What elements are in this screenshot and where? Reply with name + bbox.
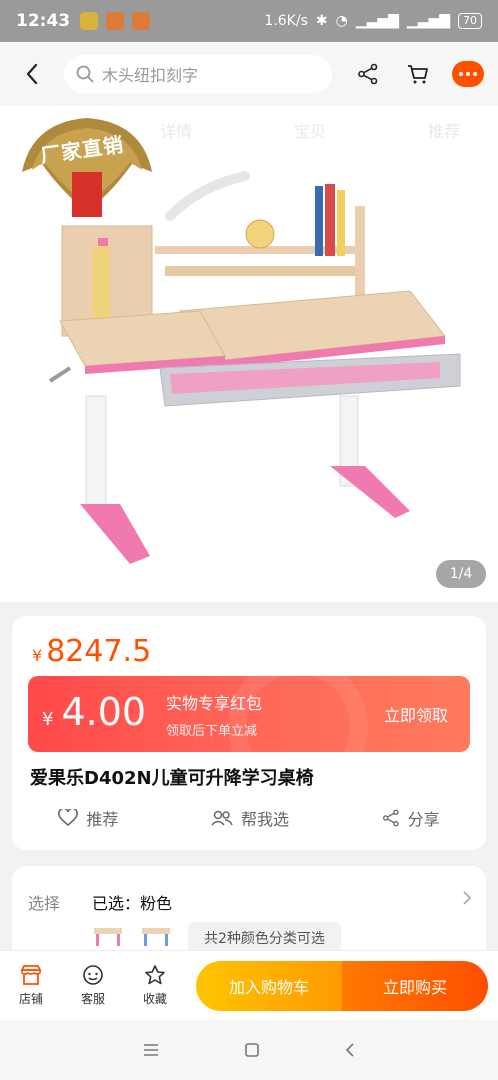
- coupon-currency: ¥: [42, 709, 54, 730]
- share-icon: [358, 63, 378, 85]
- battery-indicator: 70: [458, 13, 482, 29]
- more-button[interactable]: [452, 61, 484, 87]
- people-icon: [211, 810, 233, 826]
- app-notification-icon: [106, 12, 125, 30]
- product-info-card: ¥ 8247.5 ¥ 4.00 实物专享红包 领取后下单立减 立即领取 爱果乐D…: [12, 616, 486, 850]
- coupon-value: 4.00: [61, 690, 147, 734]
- store-icon: [20, 965, 42, 985]
- more-dot-icon: [459, 72, 463, 76]
- signal-icon: ▁▃▅▇: [355, 13, 399, 29]
- claim-coupon-button[interactable]: 立即领取: [384, 702, 448, 726]
- back-button[interactable]: [14, 56, 50, 92]
- search-icon: [76, 65, 94, 83]
- service-icon: [83, 965, 103, 985]
- recommend-button[interactable]: 推荐: [58, 806, 118, 830]
- coupon-banner[interactable]: ¥ 4.00 实物专享红包 领取后下单立减 立即领取: [28, 676, 470, 752]
- help-me-choose-label: 帮我选: [240, 810, 289, 829]
- search-placeholder: 木头纽扣刻字: [102, 66, 199, 85]
- share-label: 分享: [407, 810, 440, 829]
- heart-icon: [58, 809, 79, 827]
- back-arrow-icon: [26, 63, 38, 85]
- top-bar: 木头纽扣刻字: [0, 42, 498, 106]
- bottom-action-bar: 店铺 客服 收藏 加入购物车 立即购买: [0, 950, 498, 1020]
- store-label: 店铺: [18, 992, 43, 1006]
- customer-service-button[interactable]: 客服: [72, 964, 114, 1007]
- network-speed: 1.6K/s: [264, 13, 308, 29]
- coupon-amount: ¥ 4.00: [42, 690, 146, 734]
- selection-label: 选择: [28, 894, 61, 913]
- page-indicator: 1/4: [436, 560, 486, 588]
- signal-icon: ▁▃▅▇: [406, 13, 450, 29]
- coupon-decoration: [228, 676, 368, 752]
- search-input[interactable]: 木头纽扣刻字: [64, 55, 332, 93]
- status-time: 12:43: [16, 11, 71, 31]
- system-nav-bar: [0, 1020, 498, 1080]
- purchase-buttons: 加入购物车 立即购买: [196, 960, 488, 1011]
- status-app-icons: [80, 12, 151, 30]
- product-actions: 推荐 帮我选 分享: [12, 806, 486, 830]
- status-right: 1.6K/s ✱ ◔ ▁▃▅▇ ▁▃▅▇ 70: [264, 13, 482, 29]
- alarm-icon: ◔: [335, 13, 348, 29]
- menu-icon[interactable]: [142, 1042, 160, 1058]
- color-option-thumbnail[interactable]: [138, 920, 174, 950]
- app-notification-icon: [80, 12, 99, 30]
- cart-button[interactable]: [402, 58, 434, 90]
- favorite-button[interactable]: 收藏: [134, 964, 176, 1007]
- back-icon[interactable]: [344, 1042, 356, 1058]
- cart-icon: [408, 65, 428, 84]
- selection-value: 已选：粉色: [92, 894, 173, 913]
- share-button[interactable]: [352, 58, 384, 90]
- coupon-subtitle: 领取后下单立减: [166, 724, 258, 739]
- share-icon: [382, 809, 399, 827]
- help-me-choose-button[interactable]: 帮我选: [211, 806, 289, 830]
- factory-direct-badge: [22, 118, 152, 217]
- app-notification-icon: [132, 12, 151, 30]
- chevron-right-icon: [463, 891, 472, 905]
- top-actions: [352, 58, 484, 90]
- service-label: 客服: [80, 992, 105, 1006]
- buy-now-button[interactable]: 立即购买: [342, 960, 488, 1011]
- more-dot-icon: [473, 72, 477, 76]
- price-value: 8247.5: [46, 634, 152, 669]
- color-thumbnails: [90, 920, 174, 950]
- share-product-button[interactable]: 分享: [382, 806, 440, 830]
- add-to-cart-button[interactable]: 加入购物车: [196, 960, 342, 1011]
- home-icon[interactable]: [244, 1042, 260, 1058]
- store-button[interactable]: 店铺: [10, 964, 52, 1007]
- more-dot-icon: [466, 72, 470, 76]
- price-currency: ¥: [32, 646, 43, 665]
- product-title: 爱果乐D402N儿童可升降学习桌椅: [30, 768, 314, 789]
- bluetooth-icon: ✱: [315, 13, 328, 29]
- star-icon: [145, 965, 165, 985]
- price: ¥ 8247.5: [32, 634, 151, 669]
- bottom-nav-icons: 店铺 客服 收藏: [10, 964, 176, 1007]
- recommend-label: 推荐: [86, 810, 119, 829]
- status-bar: 12:43 1.6K/s ✱ ◔ ▁▃▅▇ ▁▃▅▇ 70: [0, 0, 498, 42]
- product-image-carousel[interactable]: 详情 宝贝 推荐 厂家直销 1/4: [0, 106, 498, 602]
- coupon-title: 实物专享红包: [166, 694, 263, 713]
- color-option-thumbnail[interactable]: [90, 920, 126, 950]
- favorite-label: 收藏: [142, 992, 167, 1006]
